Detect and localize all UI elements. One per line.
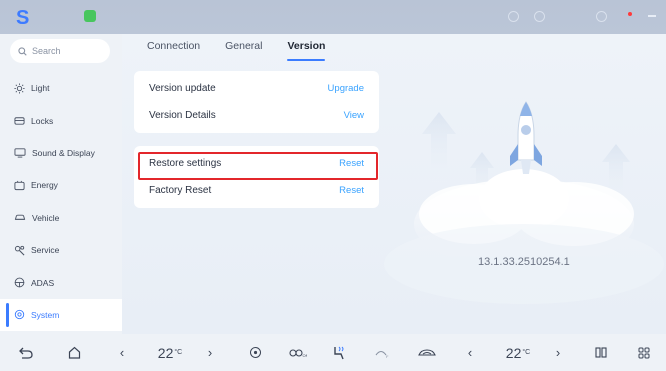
svg-text:F: F	[386, 354, 389, 359]
version-number: 13.1.33.2510254.1	[478, 256, 570, 268]
restore-settings-reset-button[interactable]: Reset	[339, 158, 364, 169]
status-indicator-icon	[534, 11, 545, 22]
sidebar-item-vehicle[interactable]: Vehicle	[0, 202, 122, 234]
display-icon	[14, 148, 26, 159]
apps-grid-icon[interactable]	[632, 334, 656, 371]
wrench-icon	[14, 245, 25, 256]
sidebar-nav: Light Locks Sound & Display Energy Vehic…	[0, 72, 122, 332]
search-input[interactable]: Search	[10, 39, 110, 63]
row-label: Version update	[149, 83, 216, 94]
temp-unit: °C	[174, 349, 183, 356]
view-button[interactable]: View	[344, 110, 364, 121]
row-label: Restore settings	[149, 158, 222, 169]
fan-icon[interactable]	[244, 334, 266, 371]
left-temp-decrease-icon[interactable]: ‹	[114, 334, 130, 371]
screen: S Search Light Locks Sound & Display Ene…	[0, 0, 666, 371]
sidebar-item-label: ADAS	[31, 277, 55, 288]
tab-bar: Connection General Version	[147, 40, 350, 64]
left-temperature[interactable]: 22 °C	[150, 334, 190, 371]
split-screen-icon[interactable]	[590, 334, 612, 371]
airflow-icon[interactable]: ON	[286, 334, 310, 371]
svg-text:ON: ON	[303, 353, 308, 358]
sidebar-item-label: Vehicle	[32, 212, 60, 223]
sidebar-item-label: Sound & Display	[32, 147, 95, 158]
back-icon[interactable]	[14, 334, 38, 371]
left-temp-value: 22	[157, 344, 174, 361]
notification-dot-icon	[628, 12, 632, 16]
front-defrost-icon[interactable]: F	[370, 334, 394, 371]
lock-icon	[14, 117, 25, 125]
row-label: Version Details	[149, 110, 216, 121]
battery-icon	[14, 180, 25, 190]
bottom-bar: ‹ 22°C › ON F ‹ 22°C ›	[0, 334, 666, 371]
settings-icon	[14, 310, 25, 320]
factory-reset-row: Factory Reset Reset	[134, 177, 379, 204]
app-status-icon	[84, 10, 96, 22]
home-icon[interactable]	[62, 334, 86, 371]
status-indicator-icon	[596, 11, 607, 22]
search-placeholder: Search	[32, 46, 61, 56]
car-icon	[14, 215, 26, 221]
sidebar: Search Light Locks Sound & Display Energ…	[0, 34, 122, 334]
sidebar-item-label: Energy	[31, 180, 58, 191]
right-temp-increase-icon[interactable]: ›	[550, 334, 566, 371]
factory-reset-button[interactable]: Reset	[339, 185, 364, 196]
main-panel: Connection General Version Version updat…	[122, 34, 666, 334]
sidebar-item-label: Service	[31, 245, 60, 256]
temp-unit: °C	[522, 349, 531, 356]
status-bar: S	[0, 0, 666, 34]
sidebar-item-energy[interactable]: Energy	[0, 169, 122, 201]
sun-icon	[14, 83, 25, 94]
row-label: Factory Reset	[149, 185, 212, 196]
rocket-illustration	[384, 101, 664, 304]
sidebar-item-locks[interactable]: Locks	[0, 104, 122, 136]
version-update-row: Version update Upgrade	[134, 75, 379, 102]
tab-connection[interactable]: Connection	[147, 40, 200, 64]
upgrade-button[interactable]: Upgrade	[328, 83, 364, 94]
status-indicator-icon	[508, 11, 519, 22]
right-temp-value: 22	[505, 344, 522, 361]
sidebar-item-system[interactable]: System	[0, 298, 122, 332]
version-card: Version update Upgrade Version Details V…	[134, 71, 379, 133]
brand-logo-icon: S	[16, 7, 30, 29]
sidebar-item-service[interactable]: Service	[0, 234, 122, 266]
sidebar-item-sound-display[interactable]: Sound & Display	[0, 137, 122, 169]
sidebar-item-light[interactable]: Light	[0, 72, 122, 104]
reset-card: Restore settings Reset Factory Reset Res…	[134, 146, 379, 208]
version-details-row: Version Details View	[134, 102, 379, 129]
sidebar-item-adas[interactable]: ADAS	[0, 266, 122, 298]
seat-climate-icon[interactable]	[328, 334, 352, 371]
sidebar-item-label: Light	[31, 83, 50, 94]
sidebar-item-label: Locks	[31, 115, 54, 126]
right-temperature[interactable]: 22 °C	[498, 334, 538, 371]
steering-icon	[14, 277, 25, 288]
tab-general[interactable]: General	[225, 40, 262, 64]
recirculation-icon[interactable]	[414, 334, 440, 371]
tab-version[interactable]: Version	[287, 40, 325, 64]
right-temp-decrease-icon[interactable]: ‹	[462, 334, 478, 371]
left-temp-increase-icon[interactable]: ›	[202, 334, 218, 371]
search-icon	[18, 46, 27, 56]
restore-settings-row: Restore settings Reset	[134, 150, 379, 177]
minimize-icon[interactable]	[648, 15, 656, 17]
sidebar-item-label: System	[31, 309, 60, 320]
